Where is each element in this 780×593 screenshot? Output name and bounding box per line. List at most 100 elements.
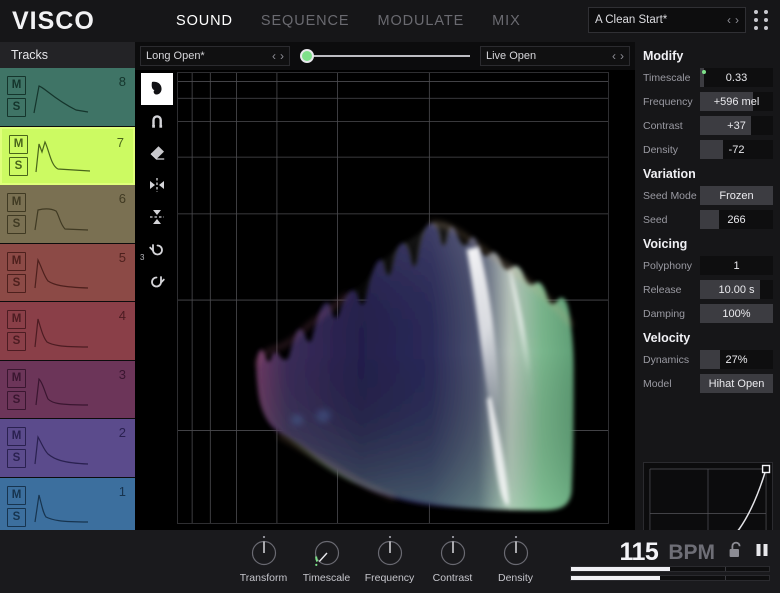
velocity-field-model[interactable]: Hihat Open [700, 374, 773, 393]
level-meter-1-fill [571, 567, 670, 571]
morph-slider[interactable] [296, 46, 474, 66]
track-row-1[interactable]: MS1 [0, 478, 135, 537]
voicing-label-damping: Damping [643, 308, 700, 320]
undo-tool[interactable]: 3 [141, 233, 173, 265]
track-row-3[interactable]: MS 3 [0, 361, 135, 420]
knob-timescale[interactable]: Timescale [295, 536, 358, 584]
preset-box[interactable]: A Clean Start* ‹ › [588, 7, 746, 33]
nav-tab-mix[interactable]: MIX [492, 13, 520, 29]
magnet-tool[interactable] [141, 105, 173, 137]
nav-tab-sound[interactable]: SOUND [176, 13, 233, 29]
velocity-row-dynamics: Dynamics27% [643, 349, 773, 370]
track-solo-button[interactable]: S [7, 449, 26, 468]
knob-contrast-dial[interactable] [437, 536, 469, 570]
track-mute-button[interactable]: M [9, 135, 28, 154]
main-nav: SOUND SEQUENCE MODULATE MIX [176, 13, 521, 29]
track-solo-button[interactable]: S [7, 508, 26, 527]
track-row-8[interactable]: MS8 [0, 68, 135, 127]
preset-arrows: ‹ › [727, 14, 739, 26]
knob-contrast-label: Contrast [433, 572, 473, 584]
track-mute-button[interactable]: M [7, 427, 26, 446]
modify-field-density[interactable]: -72 [700, 140, 773, 159]
section-title-voicing: Voicing [643, 237, 773, 251]
track-row-7[interactable]: MS7 [0, 127, 135, 186]
modulation-dot-icon [702, 70, 706, 74]
morph-slider-knob[interactable] [300, 49, 314, 63]
track-mute-button[interactable]: M [7, 252, 26, 271]
spectrum-canvas[interactable] [177, 72, 609, 524]
voicing-label-release: Release [643, 284, 700, 296]
track-row-2[interactable]: MS2 [0, 419, 135, 478]
voicing-field-damping[interactable]: 100% [700, 304, 773, 323]
knob-density[interactable]: Density [484, 536, 547, 584]
variation-field-seed[interactable]: 266 [700, 210, 773, 229]
track-envelope-icon [32, 194, 92, 234]
left-preset-prev-icon[interactable]: ‹ [272, 50, 276, 62]
track-solo-button[interactable]: S [7, 98, 26, 117]
track-solo-button[interactable]: S [7, 274, 26, 293]
track-solo-button[interactable]: S [7, 215, 26, 234]
bpm-value[interactable]: 115 [619, 538, 658, 567]
unlocked-padlock-icon[interactable] [728, 540, 745, 565]
knob-contrast[interactable]: Contrast [421, 536, 484, 584]
velocity-label-model: Model [643, 378, 700, 390]
track-mute-button[interactable]: M [7, 76, 26, 95]
voicing-field-polyphony[interactable]: 1 [700, 256, 773, 275]
variation-row-seed: Seed266 [643, 209, 773, 230]
track-row-5[interactable]: MS5 [0, 244, 135, 303]
right-preset-next-icon[interactable]: › [620, 50, 624, 62]
track-solo-button[interactable]: S [7, 391, 26, 410]
velocity-field-dynamics[interactable]: 27% [700, 350, 773, 369]
track-row-6[interactable]: MS 6 [0, 185, 135, 244]
right-preset-prev-icon[interactable]: ‹ [612, 50, 616, 62]
section-title-modify: Modify [643, 49, 773, 63]
dots-grid-icon[interactable] [753, 9, 770, 32]
knob-density-dial[interactable] [500, 536, 532, 570]
draw-tool[interactable] [141, 73, 173, 105]
left-preset-field[interactable]: Long Open* ‹ › [140, 46, 290, 66]
track-envelope-icon [32, 311, 92, 351]
knob-frequency-dial[interactable] [374, 536, 406, 570]
modify-field-contrast[interactable]: +37 [700, 116, 773, 135]
preset-prev-icon[interactable]: ‹ [727, 14, 731, 26]
tool-palette: 3 [139, 73, 175, 297]
knob-timescale-dial[interactable] [311, 536, 343, 570]
preset-selector: A Clean Start* ‹ › [588, 7, 770, 33]
nav-tab-sequence[interactable]: SEQUENCE [261, 13, 350, 29]
right-preset-field[interactable]: Live Open ‹ › [480, 46, 630, 66]
undo-count-badge: 3 [140, 253, 144, 262]
track-solo-button[interactable]: S [7, 332, 26, 351]
track-mute-button[interactable]: M [7, 369, 26, 388]
right-preset-label: Live Open [486, 50, 612, 62]
track-solo-button[interactable]: S [9, 157, 28, 176]
nav-tab-modulate[interactable]: MODULATE [377, 13, 464, 29]
track-number: 6 [119, 191, 126, 206]
collapse-vertical-tool[interactable] [141, 201, 173, 233]
variation-rows: Seed ModeFrozenSeed266 [643, 185, 773, 230]
knob-frequency[interactable]: Frequency [358, 536, 421, 584]
preset-next-icon[interactable]: › [735, 14, 739, 26]
track-number: 4 [119, 308, 126, 323]
eraser-tool[interactable] [141, 137, 173, 169]
level-meter-1 [570, 566, 770, 572]
redo-tool[interactable] [141, 265, 173, 297]
track-row-4[interactable]: MS 4 [0, 302, 135, 361]
left-preset-next-icon[interactable]: › [280, 50, 284, 62]
voicing-row-release: Release10.00 s [643, 279, 773, 300]
voicing-rows: Polyphony1Release10.00 sDamping100% [643, 255, 773, 324]
variation-field-seed-mode[interactable]: Frozen [700, 186, 773, 205]
collapse-horizontal-tool[interactable] [141, 169, 173, 201]
modify-field-timescale[interactable]: 0.33 [700, 68, 773, 87]
pause-icon[interactable] [754, 540, 770, 565]
track-mute-button[interactable]: M [7, 193, 26, 212]
knob-transform[interactable]: Transform [232, 536, 295, 584]
tracks-header: Tracks [0, 42, 135, 68]
modify-value-frequency: +596 mel [714, 96, 760, 108]
track-number: 3 [119, 367, 126, 382]
voicing-field-release[interactable]: 10.00 s [700, 280, 773, 299]
track-mute-solo: MS [7, 76, 26, 117]
knob-transform-dial[interactable] [248, 536, 280, 570]
modify-field-frequency[interactable]: +596 mel [700, 92, 773, 111]
track-mute-button[interactable]: M [7, 486, 26, 505]
track-mute-button[interactable]: M [7, 310, 26, 329]
